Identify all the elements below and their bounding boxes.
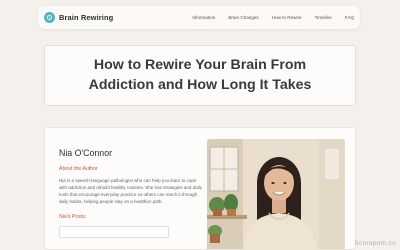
- nav-link-how-to-rewire[interactable]: How to Rewire: [272, 15, 302, 20]
- author-posts-heading: Nia's Posts:: [59, 213, 87, 220]
- article-title: How to Rewire Your Brain From Addiction …: [88, 57, 312, 93]
- brand-name: Brain Rewiring: [59, 13, 114, 22]
- top-navbar: Brain Rewiring Information Brain Changes…: [38, 6, 360, 29]
- about-author-heading: About the Author: [59, 166, 98, 172]
- author-name: Nia O'Connor: [59, 148, 113, 158]
- author-card: Nia O'Connor About the Author Nia is a s…: [44, 127, 356, 250]
- nav-link-faq[interactable]: FAQ: [345, 15, 354, 20]
- watermark: Scorepom.co: [354, 240, 396, 247]
- author-post-link[interactable]: [59, 225, 169, 238]
- author-info: Nia O'Connor About the Author Nia is a s…: [59, 148, 204, 238]
- nav-link-brain-changes[interactable]: Brain Changes: [228, 15, 258, 20]
- nav-link-timeline[interactable]: Timeline: [315, 15, 332, 20]
- nav-link-information[interactable]: Information: [192, 15, 215, 20]
- page: Brain Rewiring Information Brain Changes…: [0, 0, 400, 250]
- author-photo: [207, 139, 345, 249]
- brain-icon: [44, 12, 55, 23]
- author-bio: Nia is a speech-language pathologist who…: [59, 178, 202, 204]
- nav-links: Information Brain Changes How to Rewire …: [192, 15, 354, 20]
- article-title-card: How to Rewire Your Brain From Addiction …: [44, 45, 356, 106]
- brand-link[interactable]: Brain Rewiring: [44, 12, 113, 23]
